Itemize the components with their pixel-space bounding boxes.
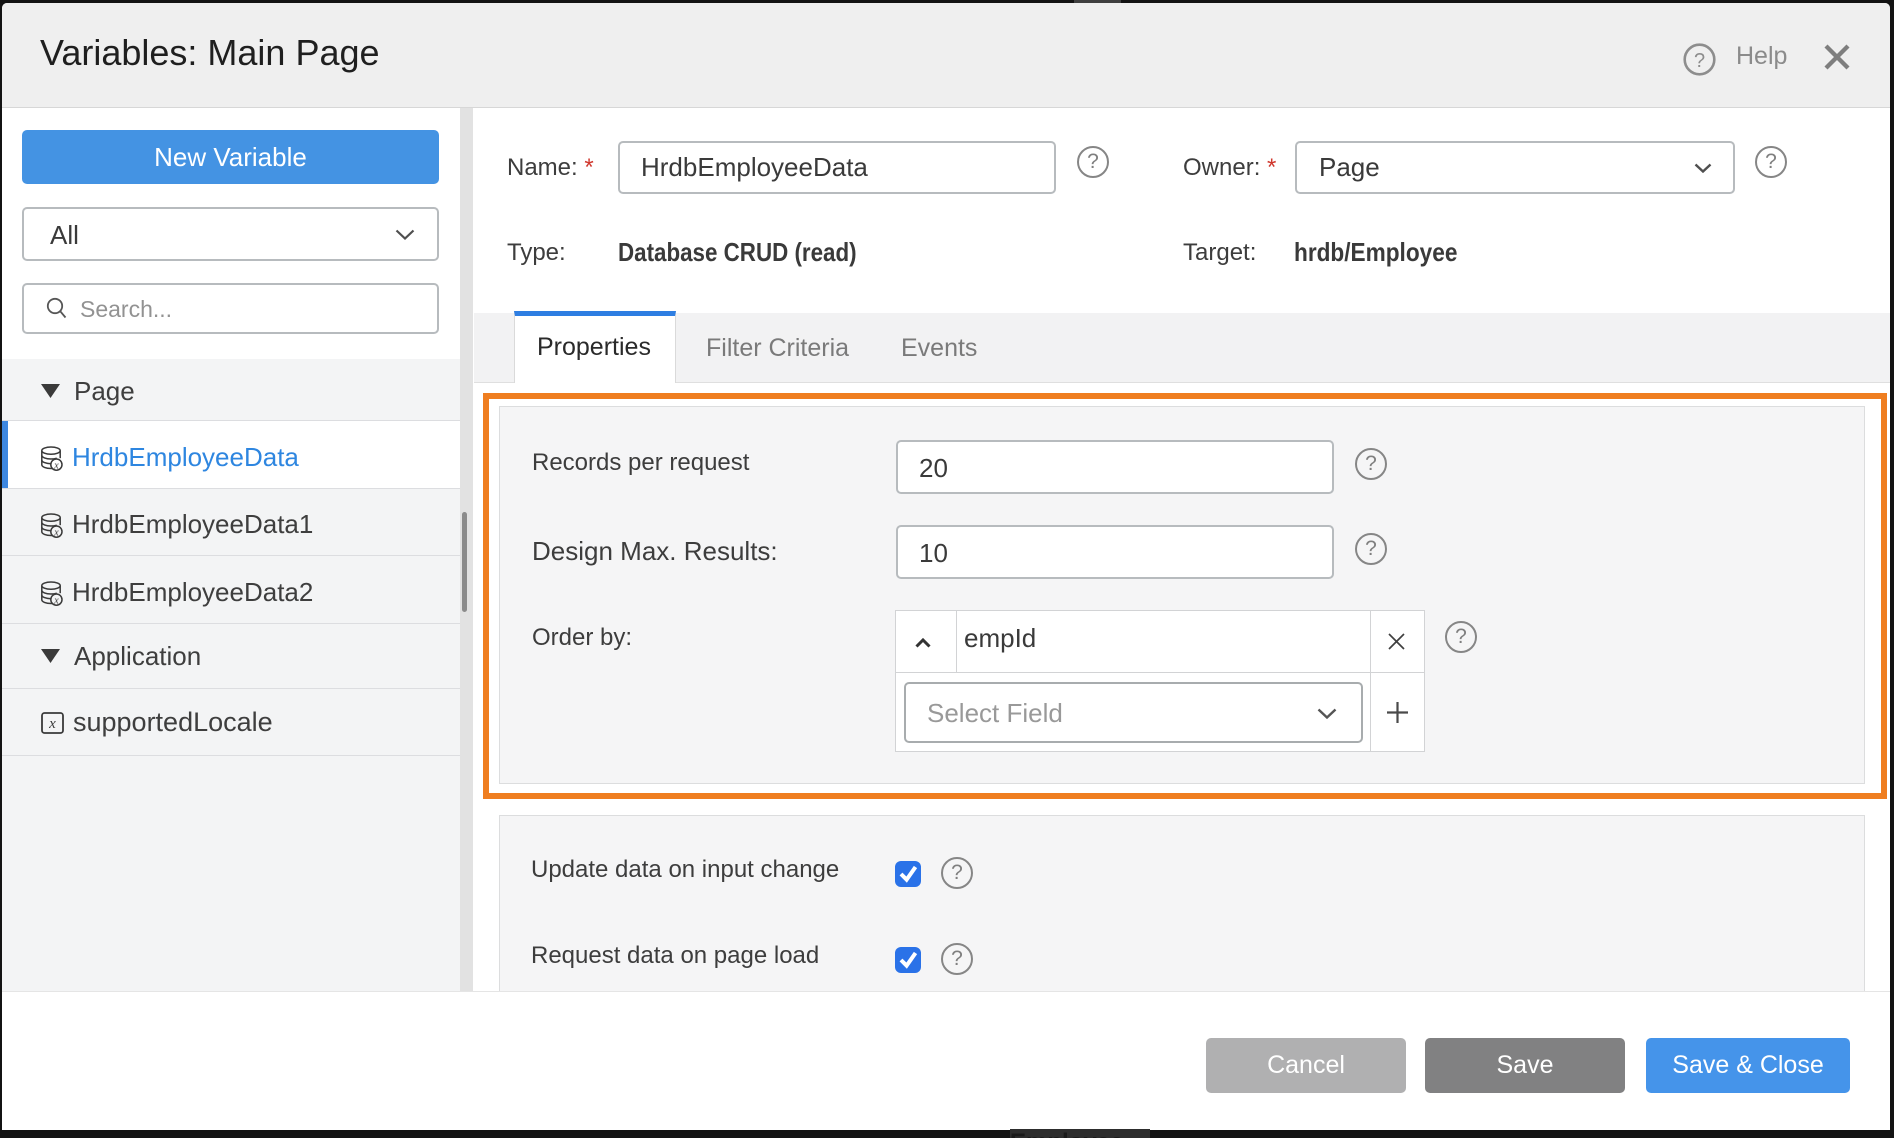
svg-text:x: x <box>53 527 59 538</box>
svg-text:x: x <box>48 716 56 732</box>
svg-text:x: x <box>53 460 59 471</box>
svg-text:x: x <box>53 595 59 606</box>
svg-text:?: ? <box>1694 50 1705 72</box>
